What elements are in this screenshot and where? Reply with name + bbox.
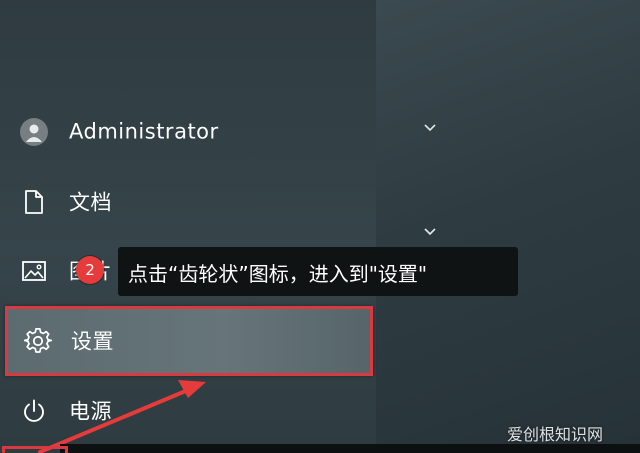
chevron-down-icon[interactable] — [422, 122, 438, 134]
gear-icon — [22, 325, 54, 357]
taskbar-strip — [60, 444, 640, 453]
power-icon — [18, 395, 50, 427]
sidebar-item-label: 文档 — [69, 190, 112, 215]
step-number-badge: 2 — [76, 256, 104, 284]
start-button-highlight — [2, 446, 68, 453]
sidebar-item-documents[interactable]: 文档 — [0, 174, 376, 230]
sidebar-item-label: Administrator — [69, 119, 219, 144]
instruction-callout: 点击“齿轮状”图标，进入到"设置" — [118, 247, 518, 296]
sidebar-item-settings[interactable]: 设置 — [5, 306, 373, 376]
user-avatar-icon — [18, 116, 50, 148]
image-icon — [18, 255, 50, 287]
chevron-down-icon[interactable] — [422, 226, 438, 238]
start-menu-tiles-area — [376, 0, 640, 453]
callout-text: 点击“齿轮状”图标，进入到"设置" — [128, 262, 428, 286]
sidebar-item-power[interactable]: 电源 — [0, 383, 376, 439]
watermark: 爱创根知识网 — [507, 425, 604, 444]
sidebar-item-user[interactable]: Administrator — [0, 104, 376, 160]
sidebar-item-label: 电源 — [69, 399, 112, 424]
start-menu-sidebar: Administrator 文档 图片 — [0, 0, 376, 453]
document-icon — [18, 186, 50, 218]
sidebar-item-label: 设置 — [71, 329, 114, 354]
